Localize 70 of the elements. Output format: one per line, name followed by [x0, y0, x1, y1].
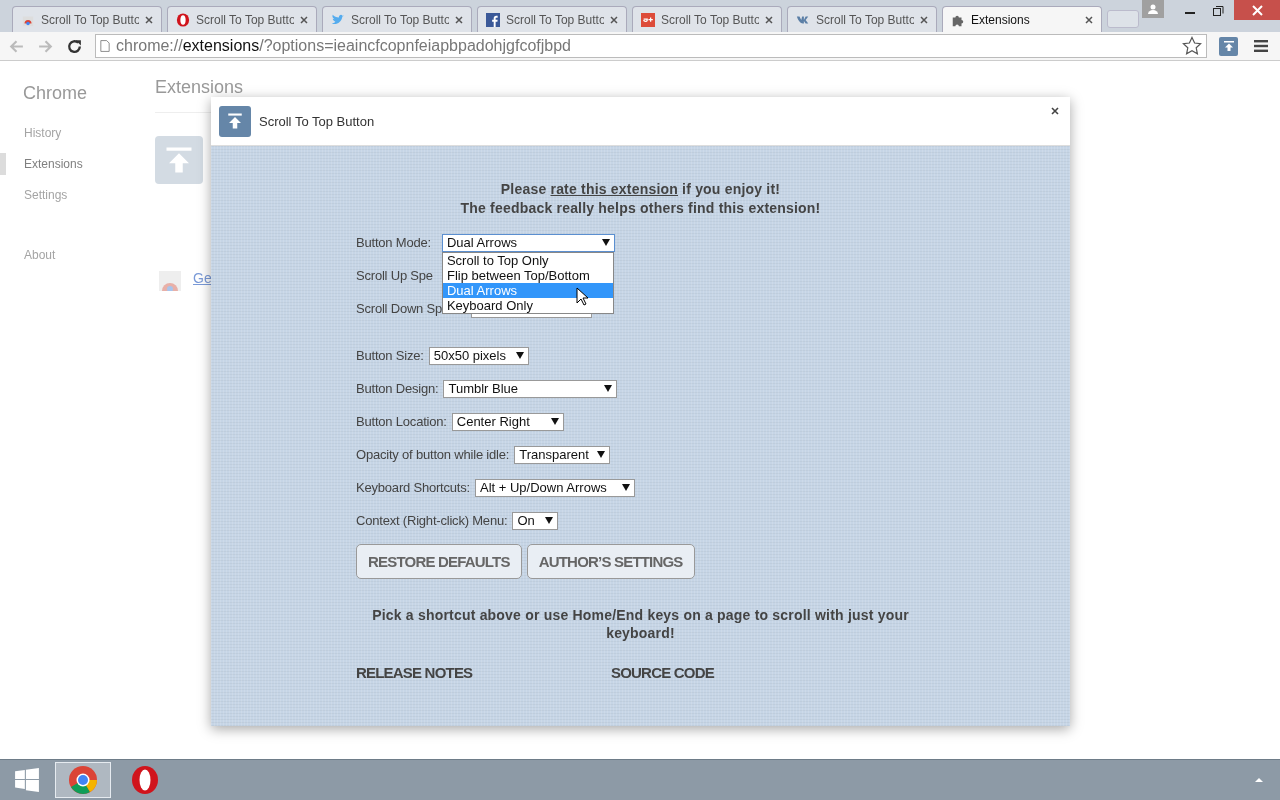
- setting-label: Button Size:: [356, 348, 424, 363]
- tip-text: Pick a shortcut above or use Home/End keys on a page to scroll with just your keyboard!: [371, 606, 910, 642]
- dropdown-option[interactable]: Keyboard Only: [442, 297, 613, 313]
- menu-icon[interactable]: [1254, 40, 1268, 52]
- setting-label: Scroll Down Sp: [356, 301, 443, 316]
- selection-indicator: [0, 153, 6, 175]
- setting-label: Opacity of button while idle:: [356, 447, 510, 462]
- close-icon: [1251, 4, 1263, 16]
- close-icon[interactable]: [920, 15, 928, 24]
- user-icon: [1147, 3, 1159, 15]
- minimize-icon: [1184, 12, 1195, 14]
- select-field[interactable]: 50x50 pixels: [428, 346, 529, 365]
- close-window-button[interactable]: [1234, 0, 1280, 20]
- footer-link[interactable]: SOURCE CODE: [611, 664, 866, 681]
- settings-button[interactable]: RESTORE DEFAULTS: [356, 544, 522, 579]
- caret-icon: [550, 418, 559, 425]
- opera-icon: [176, 12, 190, 27]
- select-field[interactable]: Transparent: [514, 445, 611, 464]
- f-letter-icon: [486, 12, 500, 27]
- setting-label: Context (Right-click) Menu:: [356, 513, 508, 528]
- settings-button[interactable]: AUTHOR’S SETTINGS: [526, 544, 695, 579]
- caret-icon: [515, 352, 524, 359]
- setting-label: Button Mode:: [356, 235, 431, 250]
- bird-icon: [331, 12, 345, 27]
- cursor-icon: [575, 286, 588, 306]
- caret-icon: [597, 451, 606, 458]
- caret-icon: [622, 484, 630, 491]
- setting-label: Scroll Up Spe: [356, 268, 433, 283]
- notice-text: The feedback really helps others find this extension!: [459, 200, 822, 216]
- tray-arrow-icon[interactable]: [1254, 777, 1264, 783]
- restore-icon: [1213, 4, 1224, 16]
- brand-title: Chrome: [22, 83, 89, 104]
- dropdown-option[interactable]: Scroll to Top Only: [442, 252, 613, 268]
- caret-icon: [604, 385, 613, 392]
- reload-icon[interactable]: [66, 37, 83, 55]
- g-plus-icon: [641, 12, 655, 27]
- close-icon[interactable]: [1051, 107, 1059, 115]
- taskbar-app-icon[interactable]: [55, 762, 111, 798]
- select-field[interactable]: Center Right: [451, 412, 564, 431]
- bookmark-star-icon[interactable]: [1182, 36, 1202, 56]
- extension-icon: [155, 136, 203, 184]
- address-bar[interactable]: chrome://extensions/?options=ieaincfcopnfeiapbpadohjgfcofjbpd: [95, 34, 1207, 58]
- dropdown-option[interactable]: Flip between Top/Bottom: [442, 267, 613, 283]
- caret-icon: [601, 239, 610, 246]
- extension-button[interactable]: [1219, 36, 1238, 56]
- caret-icon: [545, 517, 554, 524]
- select-field[interactable]: Dual Arrows: [441, 233, 615, 252]
- profile-button[interactable]: [1142, 0, 1164, 18]
- scroll-top-icon: [219, 105, 251, 137]
- dialog-title: Scroll To Top Button: [259, 113, 375, 129]
- rate-link[interactable]: rate this extension: [550, 181, 678, 197]
- notice-text: Please rate this extension if you enjoy it!: [499, 181, 782, 197]
- setting-label: Keyboard Shortcuts:: [356, 480, 470, 495]
- page-icon: [100, 39, 110, 53]
- select-field[interactable]: Alt + Up/Down Arrows: [475, 478, 635, 497]
- close-icon[interactable]: [610, 15, 618, 24]
- footer-link[interactable]: RELEASE NOTES: [356, 664, 611, 681]
- tab-title: Extensions: [971, 12, 1031, 27]
- close-icon[interactable]: [1085, 15, 1093, 24]
- sidebar-item[interactable]: Extensions: [24, 153, 83, 175]
- close-icon[interactable]: [765, 15, 773, 24]
- close-icon[interactable]: [300, 15, 308, 24]
- browser-tab[interactable]: Extensions: [942, 6, 1102, 32]
- select-field[interactable]: On: [512, 511, 559, 530]
- setting-label: Button Design:: [356, 381, 439, 396]
- close-icon[interactable]: [455, 15, 463, 24]
- select-field[interactable]: Tumblr Blue: [443, 379, 618, 398]
- arrow-up-icon: [1222, 40, 1235, 52]
- close-icon[interactable]: [145, 15, 153, 24]
- setting-label: Button Location:: [356, 414, 447, 429]
